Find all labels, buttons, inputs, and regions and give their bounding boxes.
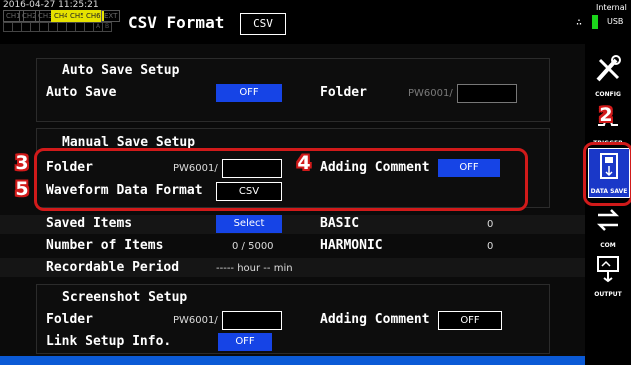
auto-save-label: Auto Save [46,85,117,100]
sidebar-item-config[interactable]: CONFIG [588,52,628,100]
channel-ext: EXT [101,10,121,22]
basic-value: 0 [487,219,494,230]
highlight-frame [34,148,528,211]
screenshot-comment-label: Adding Comment [320,312,430,327]
data-save-highlight [583,142,631,206]
manual-comment-toggle[interactable]: OFF [438,159,500,177]
auto-save-folder-path: PW6001/ [408,88,453,99]
recordable-period-value: ----- hour -- min [216,263,293,274]
format-indicator: CSV [240,13,286,35]
sidebar-item-output[interactable]: OUTPUT [588,252,628,300]
exchange-arrows-icon [596,209,620,231]
waveform-format-select[interactable]: CSV [216,182,282,201]
callout-5: 5 [15,178,29,200]
network-icon: ∴ [576,17,583,28]
auto-save-toggle[interactable]: OFF [216,84,282,102]
select-items-button[interactable]: Select [216,215,282,233]
screenshot-folder-label: Folder [46,312,93,327]
manual-folder-path: PW6001/ [173,163,218,174]
manual-comment-label: Adding Comment [320,160,430,175]
screenshot-section-title: Screenshot Setup [62,290,188,305]
callout-4: 4 [297,152,311,174]
recordable-period-label: Recordable Period [46,260,180,275]
sidebar-item-com[interactable]: COM [588,203,628,251]
monitor-output-icon [597,256,619,283]
bottom-bar [0,356,585,365]
link-setup-label: Link Setup Info. [46,334,172,349]
usb-status-indicator [592,15,598,29]
manual-folder-label: Folder [46,160,93,175]
auto-save-section-title: Auto Save Setup [62,63,180,78]
sidebar-label-com: COM [600,242,616,249]
basic-label: BASIC [320,216,360,231]
waveform-format-label: Waveform Data Format [46,183,203,198]
screenshot-comment-toggle[interactable]: OFF [438,311,502,330]
storage-label: Internal [596,3,627,12]
timestamp: 2016-04-27 11:25:21 [3,0,99,10]
auto-save-folder-field[interactable] [457,84,517,103]
manual-folder-field[interactable] [222,159,282,178]
screenshot-folder-path: PW6001/ [173,315,218,326]
screenshot-folder-field[interactable] [222,311,282,330]
usb-label: USB [607,17,624,26]
number-of-items-label: Number of Items [46,238,164,253]
harmonic-label: HARMONIC [320,238,383,253]
number-of-items-value: 0 / 5000 [232,241,274,252]
callout-2: 2 [599,104,613,126]
callout-3: 3 [15,152,29,174]
slot-b: B [102,22,112,32]
harmonic-value: 0 [487,241,494,252]
sidebar-label-config: CONFIG [595,91,621,98]
page-title: CSV Format [128,13,225,32]
wrench-screwdriver-icon [596,55,621,82]
saved-items-label: Saved Items [46,216,133,231]
sidebar-label-output: OUTPUT [594,291,622,298]
auto-save-folder-label: Folder [320,85,367,100]
link-setup-toggle[interactable]: OFF [218,333,272,351]
